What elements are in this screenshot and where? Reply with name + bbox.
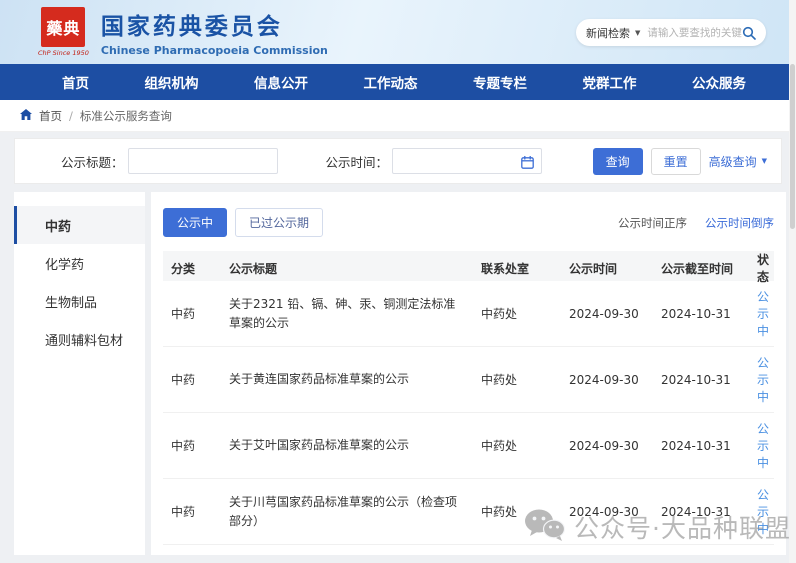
col-end-date: 公示截至时间 — [661, 261, 734, 276]
breadcrumb-home-link[interactable]: 首页 — [39, 108, 62, 124]
home-icon[interactable] — [20, 108, 32, 123]
list-content: 公示中 已过公示期 公示时间正序 公示时间倒序 分类 公示标题 联系处室 公示时… — [151, 192, 786, 555]
table-row: 中药 关于2321 铅、镉、砷、汞、铜测定法标准草案的公示 中药处 2024-0… — [163, 281, 774, 347]
col-title: 公示标题 — [229, 261, 278, 276]
col-publish-date: 公示时间 — [569, 261, 618, 276]
publicity-table: 分类 公示标题 联系处室 公示时间 公示截至时间 状态 中药 关于2321 铅、… — [163, 251, 774, 555]
col-office: 联系处室 — [481, 261, 530, 276]
nav-item[interactable]: 工作动态 — [364, 72, 418, 92]
cell-title-link[interactable]: 关于2321 铅、镉、砷、汞、铜测定法标准草案的公示 — [221, 295, 473, 332]
scrollbar-thumb[interactable] — [790, 64, 795, 229]
time-filter-label: 公示时间： — [325, 154, 389, 170]
breadcrumb-current: 标准公示服务查询 — [79, 108, 172, 123]
table-row: 中药 关于黄连国家药品标准草案的公示 中药处 2024-09-30 2024-1… — [163, 347, 774, 413]
nav-item[interactable]: 首页 — [62, 72, 89, 92]
sort-time-asc-link[interactable]: 公示时间正序 — [618, 215, 687, 231]
sidebar-item[interactable]: 化学药 — [14, 244, 145, 282]
breadcrumb: 首页 / 标准公示服务查询 — [0, 100, 796, 132]
header-search-bar[interactable]: 新闻检索 ▼ — [576, 19, 766, 46]
main-nav: 首页 组织机构 信息公开 工作动态 专题专栏 党群工作 公众服务 — [0, 64, 796, 100]
cell-title-link[interactable]: 关于川芎国家药品标准草案的公示（检查项部分） — [221, 493, 473, 530]
cell-end-date: 2024-10-31 — [661, 372, 731, 387]
cell-office: 中药处 — [481, 505, 518, 519]
filter-panel: 公示标题： 公示时间： 查询 重置 高级查询 ▼ — [14, 138, 782, 184]
cell-title-link[interactable]: 关于黄连国家药品标准草案的公示 — [221, 370, 473, 389]
cell-end-date: 2024-10-31 — [661, 306, 731, 321]
cell-publish-date: 2024-09-30 — [569, 306, 639, 321]
nav-item[interactable]: 组织机构 — [145, 72, 199, 92]
col-status: 状态 — [757, 253, 770, 284]
table-row: 中药 关于艾叶国家药品标准草案的公示 中药处 2024-09-30 2024-1… — [163, 413, 774, 479]
cell-end-date: 2024-10-31 — [661, 504, 731, 519]
cell-publish-date: 2024-09-30 — [569, 504, 639, 519]
cell-office: 中药处 — [481, 439, 518, 453]
table-body: 中药 关于2321 铅、镉、砷、汞、铜测定法标准草案的公示 中药处 2024-0… — [163, 281, 774, 555]
cell-category: 中药 — [171, 505, 196, 519]
table-row: 中药 关于0212 药材和饮片检定通则标准草案的公示（第二次） 中药处 2024… — [163, 545, 774, 555]
site-title: 国家药典委员会 — [100, 14, 283, 40]
nav-item[interactable]: 公众服务 — [692, 72, 746, 92]
chevron-down-icon: ▼ — [635, 28, 641, 37]
cell-publish-date: 2024-09-30 — [569, 438, 639, 453]
site-subtitle: Chinese Pharmacopoeia Commission — [100, 44, 328, 57]
status-link[interactable]: 公示中 — [749, 486, 774, 537]
status-link[interactable]: 公示中 — [749, 552, 774, 555]
sidebar-item[interactable]: 中药 — [14, 206, 145, 244]
query-button[interactable]: 查询 — [592, 147, 643, 175]
cell-category: 中药 — [171, 307, 196, 321]
chevron-down-icon: ▼ — [761, 157, 767, 165]
search-category-select[interactable]: 新闻检索 — [586, 25, 630, 41]
tab-in-publicity[interactable]: 公示中 — [163, 208, 228, 237]
cell-category: 中药 — [171, 439, 196, 453]
advanced-query-button[interactable]: 高级查询 ▼ — [709, 153, 767, 170]
breadcrumb-separator: / — [69, 108, 73, 123]
cell-title-link[interactable]: 关于艾叶国家药品标准草案的公示 — [221, 436, 473, 455]
sidebar-item[interactable]: 通则辅料包材 — [14, 320, 145, 358]
main-area: 中药 化学药 生物制品 通则辅料包材 公示中 已过公示期 公示时间正序 公示时间… — [14, 192, 786, 555]
status-link[interactable]: 公示中 — [749, 420, 774, 471]
table-row: 中药 关于川芎国家药品标准草案的公示（检查项部分） 中药处 2024-09-30… — [163, 479, 774, 545]
search-icon[interactable] — [742, 26, 756, 40]
status-link[interactable]: 公示中 — [749, 354, 774, 405]
nav-item[interactable]: 专题专栏 — [473, 72, 527, 92]
logo-tagline: ChP Since 1950 — [38, 49, 89, 57]
sort-time-desc-link[interactable]: 公示时间倒序 — [705, 215, 774, 231]
time-filter-input[interactable] — [392, 148, 543, 174]
scrollbar-track[interactable] — [789, 0, 796, 563]
col-category: 分类 — [171, 261, 196, 276]
status-link[interactable]: 公示中 — [749, 288, 774, 339]
nav-item[interactable]: 党群工作 — [583, 72, 637, 92]
nav-item[interactable]: 信息公开 — [254, 72, 308, 92]
title-filter-input[interactable] — [127, 148, 278, 174]
cell-office: 中药处 — [481, 307, 518, 321]
cell-end-date: 2024-10-31 — [661, 438, 731, 453]
category-sidebar: 中药 化学药 生物制品 通则辅料包材 — [14, 192, 145, 555]
site-header: 藥典 ChP Since 1950 国家药典委员会 Chinese Pharma… — [0, 0, 796, 64]
keyword-search-input[interactable] — [647, 26, 742, 39]
cell-category: 中药 — [171, 373, 196, 387]
site-logo[interactable]: 藥典 ChP Since 1950 — [38, 7, 89, 57]
logo-seal-icon: 藥典 — [41, 7, 86, 47]
sidebar-item[interactable]: 生物制品 — [14, 282, 145, 320]
cell-office: 中药处 — [481, 373, 518, 387]
cell-publish-date: 2024-09-30 — [569, 372, 639, 387]
reset-button[interactable]: 重置 — [650, 147, 701, 175]
table-header: 分类 公示标题 联系处室 公示时间 公示截至时间 状态 — [163, 251, 774, 284]
title-filter-label: 公示标题： — [61, 154, 124, 170]
tab-expired-publicity[interactable]: 已过公示期 — [235, 208, 324, 237]
